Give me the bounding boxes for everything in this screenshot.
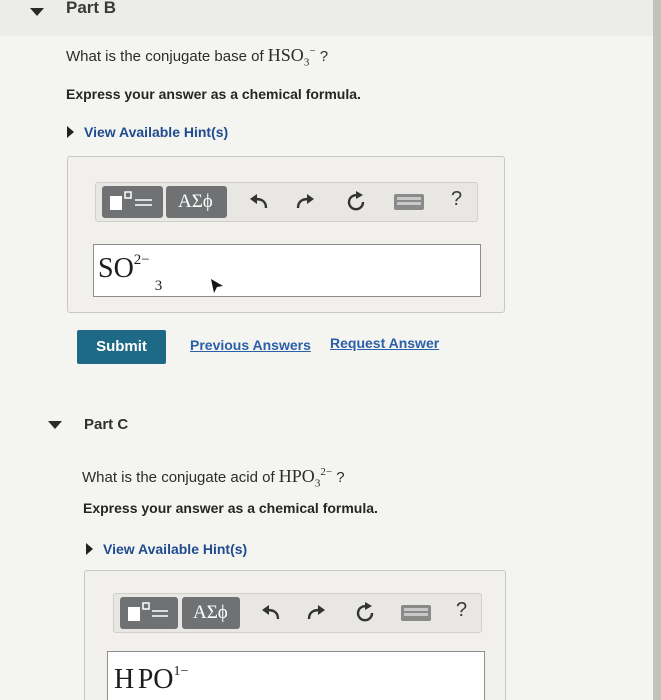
collapse-triangle-icon[interactable] — [30, 8, 44, 16]
part-c-instruction: Express your answer as a chemical formul… — [83, 500, 378, 516]
math-toolbar: ΑΣϕ ? — [95, 182, 478, 222]
part-b-question: What is the conjugate base of HSO3− ? — [66, 45, 328, 69]
part-c-answer-input[interactable]: H PO1− — [107, 651, 485, 700]
reset-icon[interactable] — [344, 190, 368, 214]
greek-symbols-button[interactable]: ΑΣϕ — [166, 186, 227, 218]
part-b-title: Part B — [66, 0, 117, 17]
greek-label: ΑΣϕ — [178, 191, 213, 212]
greek-label: ΑΣϕ — [193, 602, 228, 623]
reset-icon[interactable] — [353, 601, 377, 625]
keyboard-icon[interactable] — [400, 604, 432, 622]
greek-symbols-button[interactable]: ΑΣϕ — [182, 597, 240, 629]
part-b-answer-panel: ΑΣϕ ? SO2−3 — [67, 156, 505, 313]
redo-icon[interactable] — [305, 603, 327, 623]
expand-triangle-icon — [67, 126, 74, 138]
question-mark: ? — [336, 469, 345, 486]
submit-button[interactable]: Submit — [77, 330, 166, 364]
answer-formula: H PO1− — [114, 664, 189, 695]
templates-icon — [128, 602, 168, 621]
hint-label: View Available Hint(s) — [103, 541, 248, 557]
question-mark: ? — [319, 48, 329, 65]
help-icon[interactable]: ? — [451, 188, 462, 211]
question-text: What is the conjugate acid of — [82, 469, 275, 486]
expand-triangle-icon — [86, 543, 93, 555]
part-b-header[interactable]: Part B — [0, 0, 653, 36]
redo-icon[interactable] — [294, 192, 316, 212]
chemical-species: HPO32− — [278, 466, 333, 490]
screen: Part B What is the conjugate base of HSO… — [0, 0, 661, 700]
part-b-instruction: Express your answer as a chemical formul… — [66, 86, 361, 102]
help-icon[interactable]: ? — [456, 599, 467, 622]
templates-icon — [110, 191, 152, 210]
part-c-answer-panel: ΑΣϕ ? H PO1− — [84, 570, 506, 700]
part-c-question: What is the conjugate acid of HPO32− ? — [82, 466, 345, 490]
math-toolbar: ΑΣϕ ? — [113, 593, 482, 633]
templates-button[interactable] — [120, 597, 178, 629]
part-c-title: Part C — [84, 416, 129, 433]
collapse-triangle-icon[interactable] — [48, 421, 62, 429]
templates-button[interactable] — [102, 186, 163, 218]
request-answer-link[interactable]: Request Answer — [330, 335, 439, 351]
part-b-hints-link[interactable]: View Available Hint(s) — [67, 124, 228, 140]
chemical-species: HSO3− — [267, 45, 316, 69]
previous-answers-link[interactable]: Previous Answers — [190, 337, 311, 353]
hint-label: View Available Hint(s) — [84, 124, 229, 140]
part-c-hints-link[interactable]: View Available Hint(s) — [86, 541, 247, 557]
undo-icon[interactable] — [248, 192, 270, 212]
part-b-answer-input[interactable]: SO2−3 — [93, 244, 481, 297]
keyboard-icon[interactable] — [393, 193, 425, 211]
question-text: What is the conjugate base of — [66, 48, 264, 65]
answer-formula: SO2−3 — [98, 252, 163, 294]
page-edge — [653, 0, 661, 700]
cursor-icon — [211, 279, 223, 293]
undo-icon[interactable] — [260, 603, 282, 623]
